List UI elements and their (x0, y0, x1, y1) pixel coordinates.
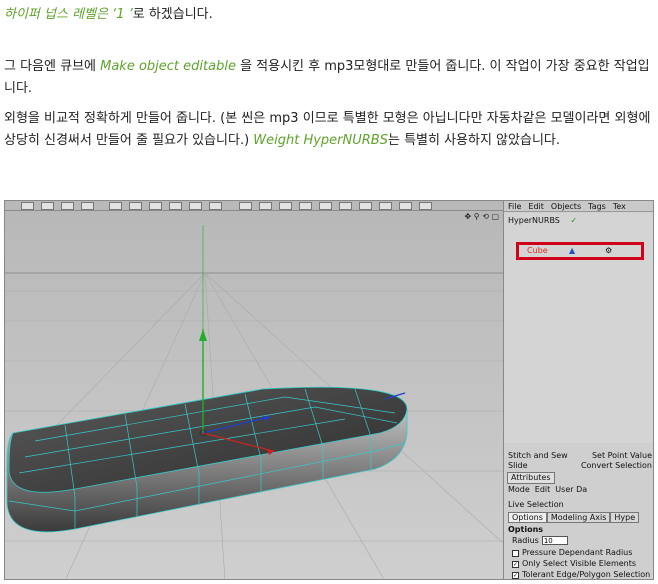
attr-mode[interactable]: Mode (508, 485, 530, 495)
toolbar-icon[interactable] (339, 202, 352, 210)
tolerant-label: Tolerant Edge/Polygon Selection (522, 570, 651, 579)
toolbar-icon[interactable] (189, 202, 202, 210)
menu-tags[interactable]: Tags (588, 202, 606, 211)
toolbar-icon[interactable] (359, 202, 372, 210)
pressure-checkbox[interactable] (512, 549, 519, 557)
object-manager-panel: File Edit Objects Tags Tex HyperNURBS ✓ … (503, 201, 653, 579)
toolbar (5, 201, 503, 211)
only-visible-checkbox[interactable]: ✓ (512, 560, 519, 568)
menu-tex[interactable]: Tex (613, 202, 626, 211)
set-point-value[interactable]: Set Point Value (592, 451, 652, 461)
toolbar-icon[interactable] (169, 202, 182, 210)
tab-modeling-axis[interactable]: Modeling Axis (546, 512, 611, 523)
toolbar-icon[interactable] (109, 202, 122, 210)
tag-icon: ⚙ (605, 246, 613, 255)
subtabs: Options Modeling Axis Hype (508, 512, 640, 523)
paragraph-2: 그 다음엔 큐브에 Make object editable 을 적용시킨 후 … (4, 56, 654, 100)
toolbar-icon[interactable] (239, 202, 252, 210)
polygon-icon: ▲ (569, 246, 576, 255)
attributes-tab[interactable]: Attributes (507, 472, 555, 484)
hypernurbs-label: HyperNURBS (508, 216, 560, 225)
tab-hyper[interactable]: Hype (610, 512, 640, 523)
hypernurbs-level-text: 하이퍼 넙스 레벨은 ‘1 ’ (4, 7, 133, 22)
object-list: HyperNURBS ✓ Cube ▲ ⚙ (504, 213, 653, 443)
toolbar-icon[interactable] (81, 202, 94, 210)
options-title: Options (508, 525, 544, 534)
only-visible-label: Only Select Visible Elements (522, 559, 637, 568)
convert-selection[interactable]: Convert Selection (581, 461, 652, 471)
slide[interactable]: Slide (508, 461, 528, 471)
toolbar-icon[interactable] (299, 202, 312, 210)
menu-file[interactable]: File (508, 202, 521, 211)
toolbar-icon[interactable] (129, 202, 142, 210)
radius-row: Radius (512, 536, 568, 546)
pressure-label: Pressure Dependant Radius (522, 548, 633, 557)
toolbar-icon[interactable] (279, 202, 292, 210)
pressure-checkbox-row[interactable]: Pressure Dependant Radius (512, 548, 632, 558)
only-visible-checkbox-row[interactable]: ✓ Only Select Visible Elements (512, 559, 636, 569)
enabled-check-icon[interactable]: ✓ (570, 216, 577, 225)
stitch-sew[interactable]: Stitch and Sew (508, 451, 568, 461)
attr-edit[interactable]: Edit (535, 485, 551, 495)
paragraph-1-rest: 로 하겠습니다. (132, 7, 213, 22)
paragraph-2-a: 그 다음엔 큐브에 (4, 59, 101, 74)
make-editable-text: Make object editable (100, 59, 236, 74)
cinema4d-screenshot: ✥ ⚲ ⟲ ▢ File Edit Objects Tags Tex Hyper… (4, 200, 654, 580)
viewport-nav[interactable]: ✥ ⚲ ⟲ ▢ (465, 212, 499, 221)
toolbar-icon[interactable] (149, 202, 162, 210)
toolbar-icon[interactable] (259, 202, 272, 210)
toolbar-icon[interactable] (209, 202, 222, 210)
paragraph-3: 외형을 비교적 정확하게 만들어 줍니다. (본 씬은 mp3 이므로 특별한 … (4, 108, 654, 152)
menu-objects[interactable]: Objects (551, 202, 581, 211)
toolbar-icon[interactable] (399, 202, 412, 210)
paragraph-1: 하이퍼 넙스 레벨은 ‘1 ’로 하겠습니다. (4, 4, 654, 26)
attr-userdata[interactable]: User Da (555, 485, 587, 495)
radius-input[interactable] (541, 536, 568, 545)
tab-options[interactable]: Options (508, 512, 547, 523)
toolbar-icon[interactable] (379, 202, 392, 210)
paragraph-3-b: 는 특별히 사용하지 않았습니다. (387, 133, 560, 148)
viewport-scene (5, 211, 503, 579)
cube-row-highlight[interactable]: Cube ▲ ⚙ (516, 242, 644, 260)
radius-label: Radius (512, 536, 539, 545)
tolerant-checkbox-row[interactable]: ✓ Tolerant Edge/Polygon Selection (512, 570, 651, 579)
tolerant-checkbox[interactable]: ✓ (512, 571, 519, 579)
weight-hypernurbs-text: Weight HyperNURBS (253, 133, 388, 148)
attributes-menu: Mode Edit User Da (508, 485, 587, 495)
hypernurbs-row[interactable]: HyperNURBS ✓ (508, 215, 577, 227)
toolbar-icon[interactable] (61, 202, 74, 210)
command-list: Stitch and Sew Set Point Value Slide Con… (508, 451, 652, 471)
object-menu: File Edit Objects Tags Tex (504, 201, 653, 212)
cube-label: Cube (527, 246, 548, 255)
live-selection-title: Live Selection (508, 500, 564, 509)
toolbar-icon[interactable] (21, 202, 34, 210)
toolbar-icon[interactable] (419, 202, 432, 210)
toolbar-icon[interactable] (41, 202, 54, 210)
menu-edit[interactable]: Edit (528, 202, 544, 211)
3d-viewport[interactable]: ✥ ⚲ ⟲ ▢ (5, 211, 503, 579)
toolbar-icon[interactable] (319, 202, 332, 210)
